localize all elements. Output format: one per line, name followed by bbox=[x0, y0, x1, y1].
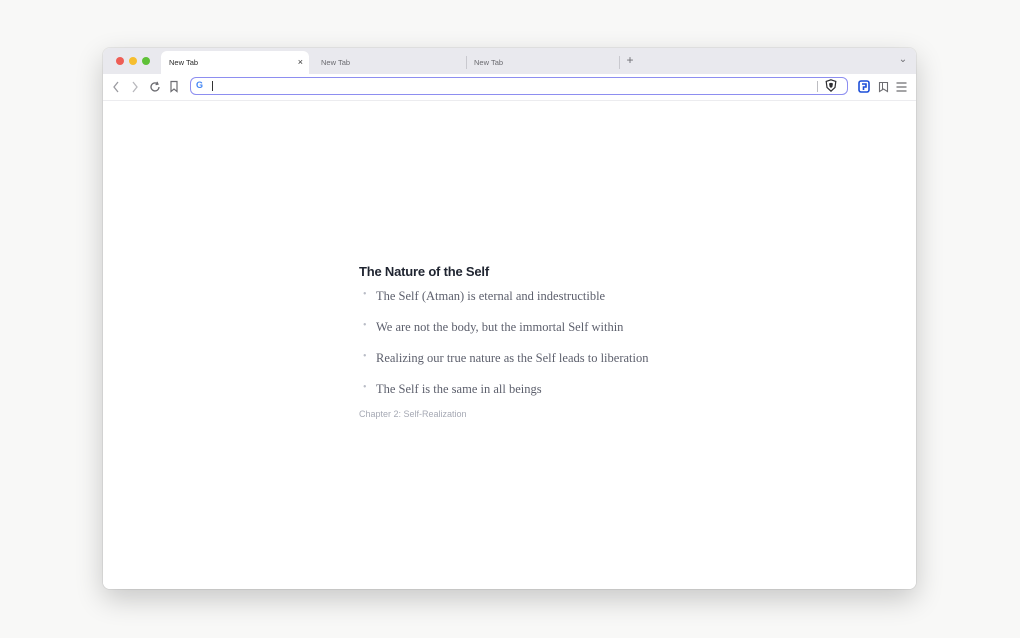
list-item: • The Self is the same in all beings bbox=[359, 382, 759, 413]
point-text: Realizing our true nature as the Self le… bbox=[376, 351, 649, 365]
point-text: The Self is the same in all beings bbox=[376, 382, 542, 396]
slide: The Nature of the Self • The Self (Atman… bbox=[359, 264, 759, 419]
zoom-window-button[interactable] bbox=[142, 57, 150, 65]
tab-1[interactable]: New Tab × bbox=[161, 51, 309, 74]
point-text: We are not the body, but the immortal Se… bbox=[376, 320, 624, 334]
tab-2[interactable]: New Tab bbox=[313, 51, 463, 74]
browser-window: New Tab × New Tab New Tab + ⌄ G The Natu… bbox=[103, 48, 916, 589]
tab-label: New Tab bbox=[474, 58, 504, 67]
tab-label: New Tab bbox=[321, 58, 351, 67]
brave-shield-icon[interactable] bbox=[825, 79, 837, 92]
bullet-icon: • bbox=[363, 382, 367, 393]
text-caret bbox=[212, 81, 213, 91]
close-window-button[interactable] bbox=[116, 57, 124, 65]
page-content: The Nature of the Self • The Self (Atman… bbox=[103, 101, 916, 589]
tab-bar: New Tab × New Tab New Tab + ⌄ bbox=[103, 48, 916, 74]
new-tab-icon[interactable]: + bbox=[624, 54, 636, 66]
extension-icon[interactable] bbox=[858, 80, 870, 93]
sidebar-icon[interactable] bbox=[878, 81, 889, 93]
list-item: • We are not the body, but the immortal … bbox=[359, 320, 759, 351]
address-input[interactable] bbox=[211, 79, 811, 93]
menu-icon[interactable] bbox=[896, 82, 907, 92]
bullet-icon: • bbox=[363, 320, 367, 331]
tab-divider bbox=[619, 56, 620, 69]
reload-icon[interactable] bbox=[149, 81, 161, 93]
forward-icon[interactable] bbox=[131, 81, 139, 93]
address-divider bbox=[817, 81, 818, 92]
minimize-window-button[interactable] bbox=[129, 57, 137, 65]
back-icon[interactable] bbox=[112, 81, 120, 93]
tab-3[interactable]: New Tab bbox=[466, 51, 616, 74]
tab-label: New Tab bbox=[169, 58, 199, 67]
list-item: • The Self (Atman) is eternal and indest… bbox=[359, 289, 759, 320]
list-item: • Realizing our true nature as the Self … bbox=[359, 351, 759, 382]
google-icon: G bbox=[196, 80, 204, 90]
close-tab-icon[interactable]: × bbox=[298, 51, 303, 74]
tab-list-icon[interactable]: ⌄ bbox=[898, 54, 908, 66]
address-bar[interactable]: G bbox=[190, 77, 848, 95]
bullet-icon: • bbox=[363, 351, 367, 362]
bullet-icon: • bbox=[363, 289, 367, 300]
slide-title: The Nature of the Self bbox=[359, 264, 489, 279]
browser-toolbar: G bbox=[103, 74, 916, 101]
point-text: The Self (Atman) is eternal and indestru… bbox=[376, 289, 606, 303]
bookmark-icon[interactable] bbox=[169, 80, 179, 93]
bullet-list: • The Self (Atman) is eternal and indest… bbox=[359, 289, 759, 413]
